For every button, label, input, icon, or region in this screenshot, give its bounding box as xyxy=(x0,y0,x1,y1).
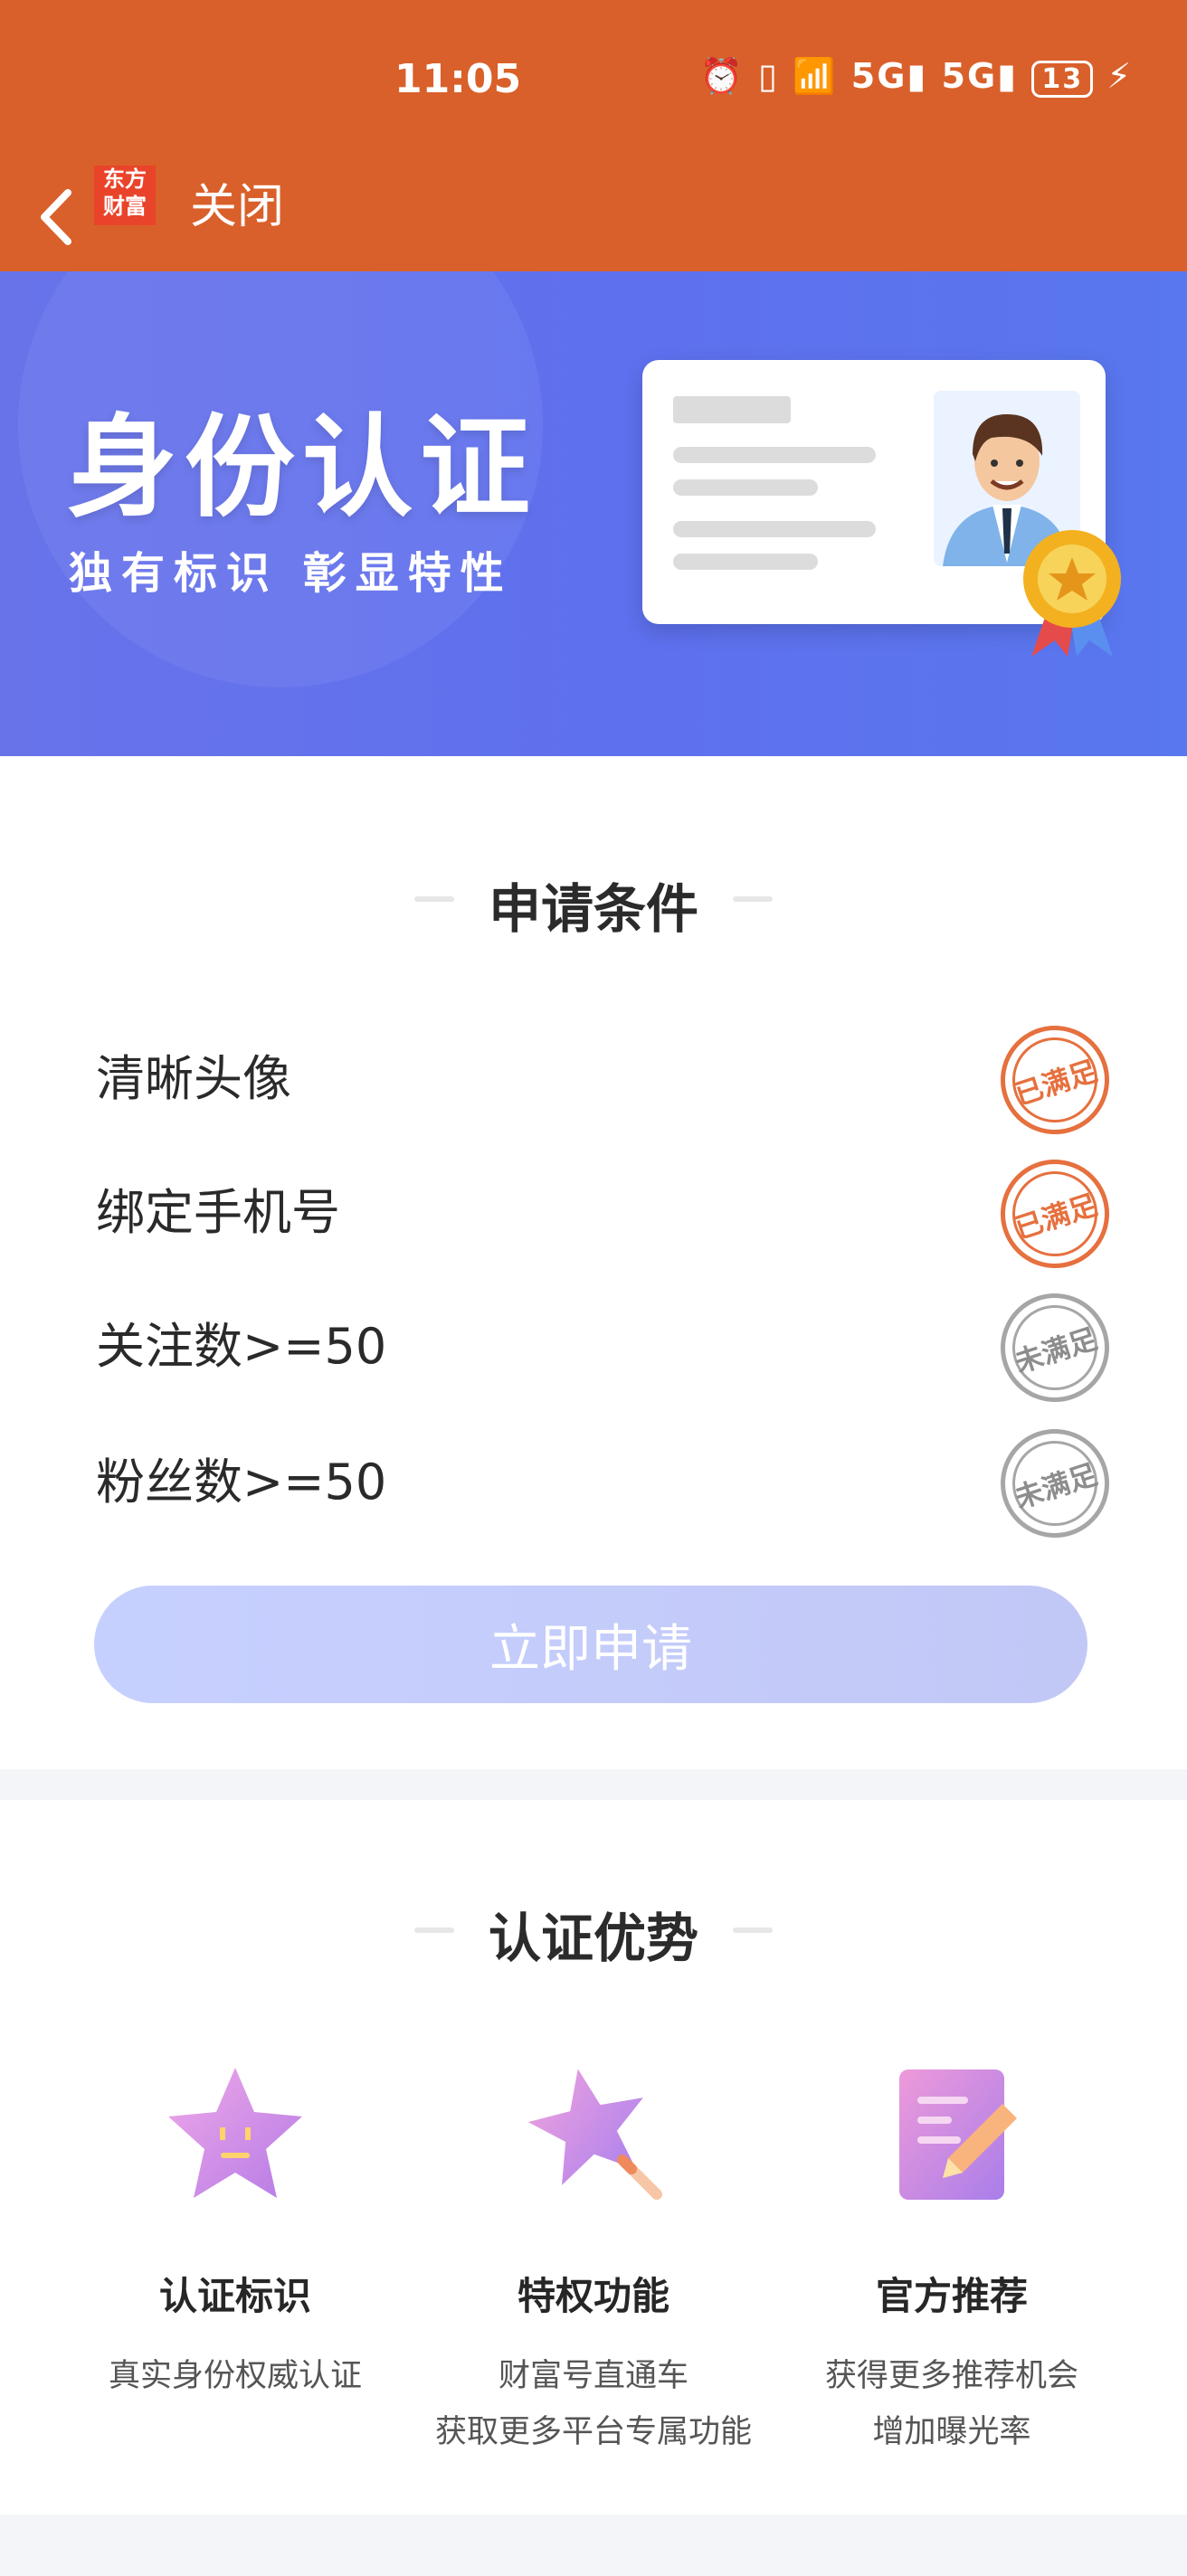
nav-bar xyxy=(0,163,1187,271)
identity-banner: 身份认证 独有标识 彰显特性 xyxy=(0,271,1187,756)
vibrate-icon: ▯ xyxy=(758,56,779,96)
condition-row-fans: 粉丝数>=50 未满足 xyxy=(96,1415,1124,1552)
status-icons: ⏰ ▯ 📶 5G▮ 5G▮ 13 ⚡ xyxy=(699,56,1133,98)
advantages-heading: 认证优势 xyxy=(488,1908,698,1969)
condition-row-phone: 绑定手机号 已满足 xyxy=(96,1145,1124,1283)
close-button[interactable]: 关闭 xyxy=(190,168,284,236)
advantage-title: 特权功能 xyxy=(517,2274,669,2318)
condition-label: 绑定手机号 xyxy=(96,1184,340,1241)
condition-row-following: 关注数>=50 未满足 xyxy=(96,1279,1124,1416)
advantage-desc: 真实身份权威认证 xyxy=(108,2358,362,2394)
condition-label: 粉丝数>=50 xyxy=(96,1454,387,1511)
charging-icon: ⚡ xyxy=(1106,56,1133,96)
banner-subtitle: 独有标识 彰显特性 xyxy=(69,548,513,599)
id-card-illustration xyxy=(642,360,1121,657)
advantages-section: 认证优势 认证标识 真实身份权威认证 特权功能 财富号直通车 获取更多平台专属功能 xyxy=(0,1800,1187,2514)
alarm-icon: ⏰ xyxy=(699,56,745,96)
condition-label: 关注数>=50 xyxy=(96,1318,387,1375)
advantage-title: 官方推荐 xyxy=(875,2274,1028,2318)
document-pencil-icon xyxy=(899,2069,1017,2200)
condition-row-avatar: 清晰头像 已满足 xyxy=(96,1011,1124,1149)
banner-title: 身份认证 xyxy=(67,403,537,532)
chevron-left-icon xyxy=(41,189,71,245)
wifi-icon: 📶 xyxy=(793,56,838,96)
status-time: 11:05 xyxy=(394,56,522,102)
apply-button[interactable]: 立即申请 xyxy=(94,1586,1087,1703)
magic-wand-star-icon xyxy=(527,2069,662,2200)
5g-signal-icon: 5G▮ xyxy=(850,56,928,96)
app-logo: 东方财富 xyxy=(94,166,156,225)
medal-icon xyxy=(1023,530,1121,657)
battery-level: 13 xyxy=(1041,63,1084,95)
5g-signal-icon: 5G▮ xyxy=(941,56,1019,96)
battery-icon: 13 xyxy=(1031,61,1094,98)
advantage-title: 认证标识 xyxy=(158,2274,311,2318)
conditions-heading: 申请条件 xyxy=(488,878,698,940)
advantage-desc: 财富号直通车 获取更多平台专属功能 xyxy=(434,2358,752,2450)
back-button[interactable] xyxy=(20,163,92,271)
condition-label: 清晰头像 xyxy=(96,1050,291,1107)
status-bar: 11:05 ⏰ ▯ 📶 5G▮ 5G▮ 13 ⚡ xyxy=(0,0,1187,163)
advantage-desc: 获得更多推荐机会 增加曝光率 xyxy=(824,2358,1078,2450)
star-face-icon xyxy=(168,2068,302,2198)
